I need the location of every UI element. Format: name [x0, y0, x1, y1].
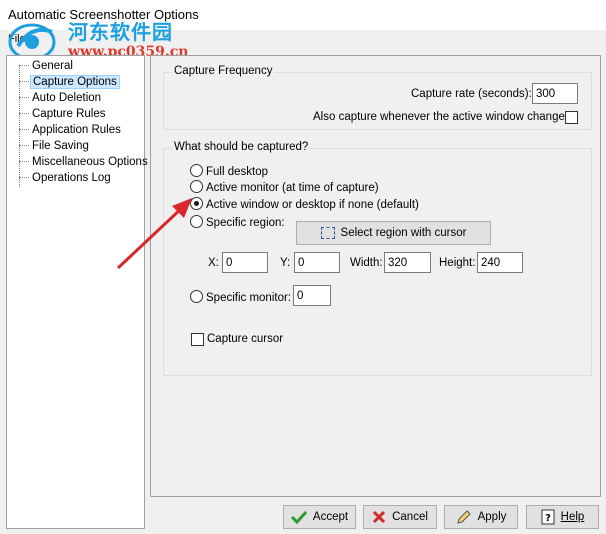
- help-button[interactable]: ? Help: [526, 505, 599, 529]
- select-region-icon: [320, 227, 335, 239]
- tree-item-file-saving[interactable]: File Saving: [19, 138, 91, 154]
- capture-cursor-label: Capture cursor: [207, 333, 284, 345]
- capture-frequency-group: Capture Frequency Capture rate (seconds)…: [163, 65, 592, 130]
- watermark-chinese-text: 河东软件园: [68, 20, 173, 44]
- window-change-checkbox[interactable]: [565, 111, 578, 124]
- radio-active-monitor[interactable]: Active monitor (at time of capture): [190, 180, 379, 196]
- tree-item-application-rules[interactable]: Application Rules: [19, 122, 123, 138]
- region-width-input[interactable]: [384, 252, 431, 273]
- radio-button[interactable]: [190, 164, 203, 177]
- radio-button[interactable]: [190, 180, 203, 193]
- what-captured-group: What should be captured? Full desktop Ac…: [163, 141, 592, 376]
- options-tree: General Capture Options Auto Deletion Ca…: [6, 55, 148, 529]
- tree-item-miscellaneous-options[interactable]: Miscellaneous Options: [19, 154, 150, 170]
- checkmark-icon: [290, 510, 307, 524]
- region-height-label: Height:: [439, 257, 476, 269]
- specific-monitor-input[interactable]: [293, 285, 331, 306]
- select-region-button[interactable]: Select region with cursor: [296, 221, 491, 245]
- tree-item-capture-rules[interactable]: Capture Rules: [19, 106, 108, 122]
- capture-cursor-checkbox[interactable]: [191, 333, 204, 346]
- region-y-input[interactable]: [294, 252, 340, 273]
- options-panel: Capture Frequency Capture rate (seconds)…: [150, 55, 601, 497]
- region-height-input[interactable]: [477, 252, 523, 273]
- radio-full-desktop[interactable]: Full desktop: [190, 164, 268, 180]
- capture-frequency-legend: Capture Frequency: [172, 65, 275, 77]
- radio-specific-monitor[interactable]: Specific monitor:: [190, 290, 291, 306]
- region-y-label: Y:: [280, 257, 291, 269]
- tree-item-capture-options[interactable]: Capture Options: [19, 74, 120, 90]
- svg-text:?: ?: [545, 513, 551, 524]
- close-icon: [373, 510, 386, 524]
- what-captured-legend: What should be captured?: [172, 141, 311, 153]
- region-x-label: X:: [208, 257, 219, 269]
- accept-button[interactable]: Accept: [283, 505, 356, 529]
- tree-item-auto-deletion[interactable]: Auto Deletion: [19, 90, 103, 106]
- window-change-label: Also capture whenever the active window …: [313, 111, 574, 123]
- pencil-icon: [456, 510, 471, 524]
- capture-rate-label: Capture rate (seconds):: [411, 88, 532, 100]
- region-width-label: Width:: [350, 257, 383, 269]
- capture-rate-input[interactable]: [532, 83, 578, 104]
- apply-button[interactable]: Apply: [444, 505, 518, 529]
- help-icon: ?: [541, 509, 555, 525]
- tree-item-operations-log[interactable]: Operations Log: [19, 170, 113, 186]
- tree-item-general[interactable]: General: [19, 58, 75, 74]
- cancel-button[interactable]: Cancel: [363, 505, 437, 529]
- radio-button-selected[interactable]: [190, 197, 203, 210]
- radio-button[interactable]: [190, 290, 203, 303]
- radio-active-window[interactable]: Active window or desktop if none (defaul…: [190, 197, 419, 213]
- radio-specific-region[interactable]: Specific region:: [190, 215, 285, 231]
- region-x-input[interactable]: [222, 252, 268, 273]
- radio-button[interactable]: [190, 215, 203, 228]
